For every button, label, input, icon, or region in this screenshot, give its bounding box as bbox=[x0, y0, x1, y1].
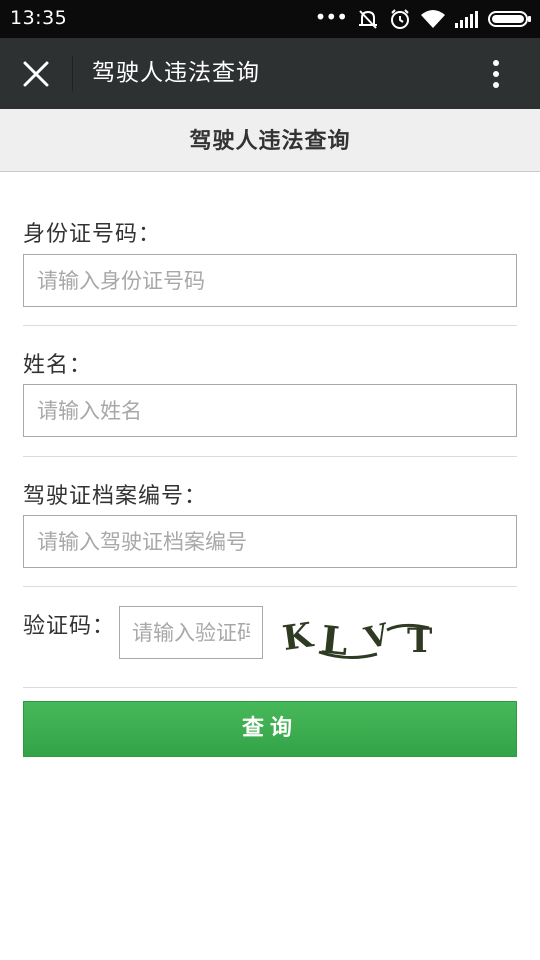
app-bar-title: 驾驶人违法查询 bbox=[92, 60, 260, 86]
mute-vibrate-icon bbox=[356, 8, 380, 30]
more-menu-button[interactable] bbox=[476, 52, 516, 96]
query-submit-button[interactable]: 查询 bbox=[23, 701, 517, 757]
captcha-input[interactable] bbox=[119, 606, 263, 659]
separator bbox=[23, 325, 517, 326]
name-input[interactable] bbox=[23, 384, 517, 437]
separator bbox=[23, 456, 517, 457]
close-button[interactable] bbox=[14, 52, 58, 96]
close-icon bbox=[23, 61, 49, 87]
name-label: 姓名： bbox=[23, 353, 93, 378]
app-bar: 驾驶人违法查询 bbox=[0, 38, 540, 109]
captcha-char: K bbox=[280, 615, 316, 659]
separator bbox=[23, 586, 517, 587]
wifi-icon bbox=[420, 9, 446, 29]
battery-icon bbox=[488, 10, 532, 28]
id-number-input[interactable] bbox=[23, 254, 517, 307]
status-icons: ••• bbox=[315, 0, 532, 38]
alarm-icon bbox=[389, 8, 411, 30]
status-bar: 13:35 ••• bbox=[0, 0, 540, 38]
captcha-image[interactable]: K L V T bbox=[279, 608, 459, 664]
id-number-label: 身份证号码： bbox=[23, 222, 162, 247]
signal-icon bbox=[455, 10, 479, 28]
page-title: 驾驶人违法查询 bbox=[189, 129, 351, 154]
license-file-input[interactable] bbox=[23, 515, 517, 568]
captcha-label: 验证码： bbox=[23, 614, 116, 639]
captcha-char: V bbox=[360, 617, 393, 657]
more-vertical-icon bbox=[493, 60, 499, 88]
captcha-glyphs: K L V T bbox=[280, 615, 432, 664]
license-file-label: 驾驶证档案编号： bbox=[23, 484, 208, 509]
status-time: 13:35 bbox=[10, 7, 68, 29]
dots-icon: ••• bbox=[314, 5, 348, 29]
separator bbox=[23, 687, 517, 688]
app-bar-divider bbox=[72, 56, 73, 92]
page-header: 驾驶人违法查询 bbox=[0, 109, 540, 172]
